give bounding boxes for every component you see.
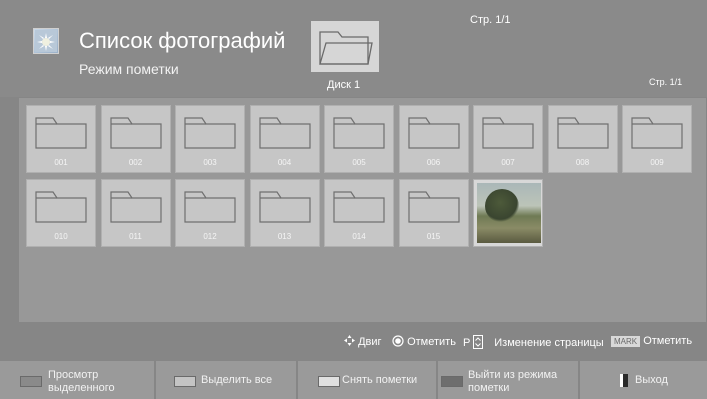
- move-hint-label: Двиг: [358, 336, 382, 348]
- folder-tile[interactable]: 008: [547, 105, 618, 173]
- folder-tile[interactable]: 007: [473, 105, 543, 173]
- folder-label: 002: [128, 158, 143, 167]
- folder-icon: [35, 191, 87, 223]
- folder-label: 011: [129, 232, 142, 241]
- select-all-label: Выделить все: [201, 374, 273, 386]
- green-key-swatch: [174, 376, 196, 387]
- folder-icon: [482, 117, 534, 149]
- ok-circle-icon: [392, 335, 404, 347]
- mark-hint: MARK Отметить: [611, 335, 692, 347]
- folder-icon: [109, 117, 162, 149]
- folder-label: 012: [203, 232, 217, 241]
- page-hint-label: Изменение страницы: [494, 337, 604, 349]
- select-hint-label: Отметить: [407, 336, 456, 348]
- select-all-button[interactable]: Выделить все: [156, 361, 296, 399]
- folder-label: 014: [352, 232, 366, 241]
- move-hint: Двиг: [344, 335, 382, 348]
- bottom-button-bar: Просмотр выделенного Выделить все Снять …: [0, 361, 707, 399]
- folder-tile[interactable]: 001: [26, 105, 96, 173]
- exit-button[interactable]: Выход: [580, 361, 707, 399]
- folder-tile[interactable]: 015: [398, 179, 469, 247]
- folder-label: 008: [575, 158, 590, 167]
- view-selected-label: Просмотр выделенного: [48, 369, 115, 394]
- folder-icon: [258, 191, 311, 223]
- unmark-button[interactable]: Снять пометки: [298, 361, 436, 399]
- exit-mark-mode-button[interactable]: Выйти из режима пометки: [438, 361, 578, 399]
- yellow-key-swatch: [318, 376, 340, 387]
- folder-label: 013: [277, 232, 292, 241]
- folder-tile[interactable]: 005: [324, 105, 394, 173]
- folder-tile[interactable]: 002: [100, 105, 171, 173]
- folder-label: 010: [54, 232, 68, 241]
- blue-key-swatch: [441, 376, 463, 387]
- mode-subtitle: Режим пометки: [79, 61, 179, 77]
- move-arrows-icon: [344, 335, 355, 346]
- folder-tile[interactable]: 010: [26, 179, 96, 247]
- folder-icon: [109, 191, 162, 223]
- photo-thumbnail: [477, 183, 541, 243]
- folder-icon: [556, 117, 609, 149]
- page-indicator-right: Стр. 1/1: [649, 77, 683, 87]
- folder-tile[interactable]: 013: [249, 179, 320, 247]
- select-hint: Отметить: [392, 335, 456, 348]
- hint-bar: Двиг Отметить P Изменение страницы MARK …: [0, 330, 707, 352]
- folder-tile[interactable]: 011: [100, 179, 171, 247]
- mark-key: MARK: [611, 336, 641, 347]
- folder-icon: [258, 117, 311, 149]
- folder-icon: [407, 191, 460, 223]
- folder-icon: [35, 117, 87, 149]
- page-title: Список фотографий: [79, 28, 286, 53]
- folder-label: 009: [650, 158, 664, 167]
- folder-icon: [333, 117, 385, 149]
- red-key-swatch: [20, 376, 42, 387]
- unmark-label: Снять пометки: [342, 374, 418, 386]
- folder-label: 015: [426, 232, 441, 241]
- folder-tile[interactable]: 009: [622, 105, 692, 173]
- page-hint: P Изменение страницы: [463, 335, 604, 349]
- disk-label: Диск 1: [327, 79, 361, 91]
- page-indicator-top: Стр. 1/1: [470, 14, 511, 26]
- folder-label: 004: [277, 158, 292, 167]
- photo-tile[interactable]: [473, 179, 543, 247]
- folder-label: 006: [426, 158, 441, 167]
- exit-mark-mode-label: Выйти из режима пометки: [468, 369, 558, 394]
- folder-icon: [184, 117, 236, 149]
- folder-label: 001: [54, 158, 68, 167]
- folder-icon: [319, 30, 373, 65]
- content-grid: 001 002 003 004 005 006 007 008 009 010 011 012 013…: [19, 98, 706, 322]
- photo-album-icon: [33, 28, 59, 54]
- folder-tile[interactable]: 004: [249, 105, 320, 173]
- folder-icon: [407, 117, 460, 149]
- folder-label: 005: [352, 158, 366, 167]
- folder-icon: [333, 191, 385, 223]
- folder-label: 003: [203, 158, 217, 167]
- folder-tile[interactable]: 006: [398, 105, 469, 173]
- view-selected-button[interactable]: Просмотр выделенного: [0, 361, 154, 399]
- mark-hint-label: Отметить: [643, 335, 693, 347]
- folder-icon: [631, 117, 683, 149]
- exit-label: Выход: [635, 374, 668, 386]
- folder-icon: [184, 191, 236, 223]
- page-key: P: [463, 337, 471, 349]
- folder-tile[interactable]: 012: [175, 179, 245, 247]
- page-updown-icon: [473, 335, 484, 349]
- folder-tile[interactable]: 014: [324, 179, 394, 247]
- exit-door-icon: [620, 374, 628, 387]
- folder-label: 007: [501, 158, 515, 167]
- disk-folder-card[interactable]: [311, 21, 379, 72]
- header: Список фотографий Режим пометки Стр. 1/1…: [0, 0, 707, 97]
- folder-tile[interactable]: 003: [175, 105, 245, 173]
